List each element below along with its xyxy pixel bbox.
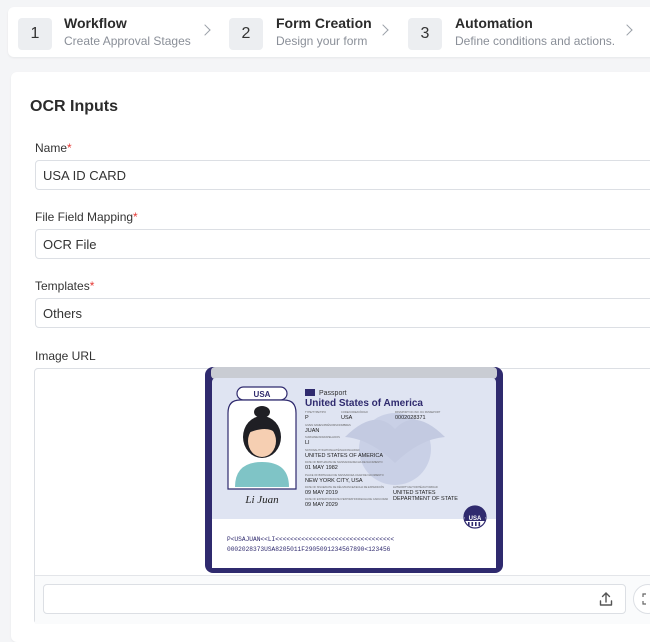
chevron-right-icon <box>621 24 633 36</box>
file-field-mapping-label: File Field Mapping* <box>35 210 138 224</box>
mapping-select-value: OCR File <box>43 237 97 252</box>
name-input[interactable]: USA ID CARD <box>35 160 650 190</box>
step-subtitle: Define conditions and actions. <box>455 34 616 48</box>
holder-signature: Li Juan <box>244 494 279 506</box>
step-subtitle: Create Approval Stages <box>64 34 191 48</box>
doc-type: Passport <box>319 390 347 397</box>
dob-label: DATE OF BIRTH/DATE DE NAISSANCE/FECHA DE… <box>305 460 383 464</box>
passport-image: USA Li Juan Passport United States of Am… <box>205 367 503 573</box>
step-number: 1 <box>18 18 52 50</box>
authority-value-2: DEPARTMENT OF STATE <box>393 496 458 502</box>
templates-select-value: Others <box>43 306 83 321</box>
chip-badge-icon: USA <box>463 505 487 529</box>
surname-value: LI <box>305 440 310 446</box>
expiry-value: 09 MAY 2029 <box>305 502 338 508</box>
issue-value: 09 MAY 2019 <box>305 490 338 496</box>
stepper: 1 Workflow Create Approval Stages 2 Form… <box>8 7 650 57</box>
step-subtitle: Design your form <box>276 34 368 48</box>
pob-label: PLACE OF BIRTH/LIEU DE NAISSANCE/LUGAR D… <box>305 473 384 477</box>
image-preview-box: USA Li Juan Passport United States of Am… <box>34 367 650 624</box>
passport-no-label: PASSPORT NO./NO. DU PASSEPORT <box>395 410 441 414</box>
file-field-mapping-select[interactable]: OCR File <box>35 229 650 259</box>
mrz-line-2: 0002028373USA8205011F2905091234567890<12… <box>227 546 391 553</box>
name-label-text: Name <box>35 141 68 155</box>
surname-label: SURNAME/NOM/APELLIDOS <box>305 435 340 439</box>
templates-select[interactable]: Others <box>35 298 650 328</box>
code-value: USA <box>341 415 353 421</box>
required-mark: * <box>67 141 72 155</box>
mrz-zone <box>212 519 496 568</box>
chip-badge-text: USA <box>469 516 482 522</box>
templates-label-text: Templates <box>35 279 90 293</box>
chevron-right-icon <box>199 24 211 36</box>
step-title: Workflow <box>64 15 127 31</box>
nationality-value: UNITED STATES OF AMERICA <box>305 453 383 459</box>
required-mark: * <box>89 279 95 293</box>
type-label: TYPE/TYPE/TIPO <box>305 410 326 414</box>
expiry-label: DATE OF EXPIRATION/DATE D'EXPIRATION/FEC… <box>305 497 388 501</box>
pob-value: NEW YORK CITY, USA <box>305 478 363 484</box>
mrz-line-1: P<USAJUAN<<LI<<<<<<<<<<<<<<<<<<<<<<<<<<<… <box>227 536 394 543</box>
flag-icon <box>305 389 315 396</box>
usa-badge-text: USA <box>254 390 271 399</box>
name-label: Name* <box>35 141 72 155</box>
card-title: OCR Inputs <box>30 98 118 115</box>
step-title: Automation <box>455 15 533 31</box>
passport-photo <box>227 399 297 490</box>
expand-icon <box>642 593 650 605</box>
chevron-right-icon <box>377 24 389 36</box>
expand-button[interactable] <box>633 584 650 614</box>
step-number: 2 <box>229 18 263 50</box>
type-value: P <box>305 415 309 421</box>
step-title: Form Creation <box>276 15 372 31</box>
image-url-label: Image URL <box>35 349 96 363</box>
country-name: United States of America <box>305 398 423 409</box>
given-names-value: JUAN <box>305 428 319 434</box>
step-number: 3 <box>408 18 442 50</box>
upload-icon[interactable] <box>598 591 614 607</box>
ocr-inputs-card: OCR Inputs Name* USA ID CARD File Field … <box>11 72 650 642</box>
mapping-label-text: File Field Mapping <box>35 210 134 224</box>
image-url-row <box>35 575 650 624</box>
dob-value: 01 MAY 1982 <box>305 465 338 471</box>
image-url-input[interactable] <box>43 584 626 614</box>
passport-top-page <box>211 367 497 379</box>
templates-label: Templates* <box>35 279 94 293</box>
name-input-value: USA ID CARD <box>43 168 127 183</box>
passport-no-value: 0002028371 <box>395 415 426 421</box>
required-mark: * <box>133 210 138 224</box>
